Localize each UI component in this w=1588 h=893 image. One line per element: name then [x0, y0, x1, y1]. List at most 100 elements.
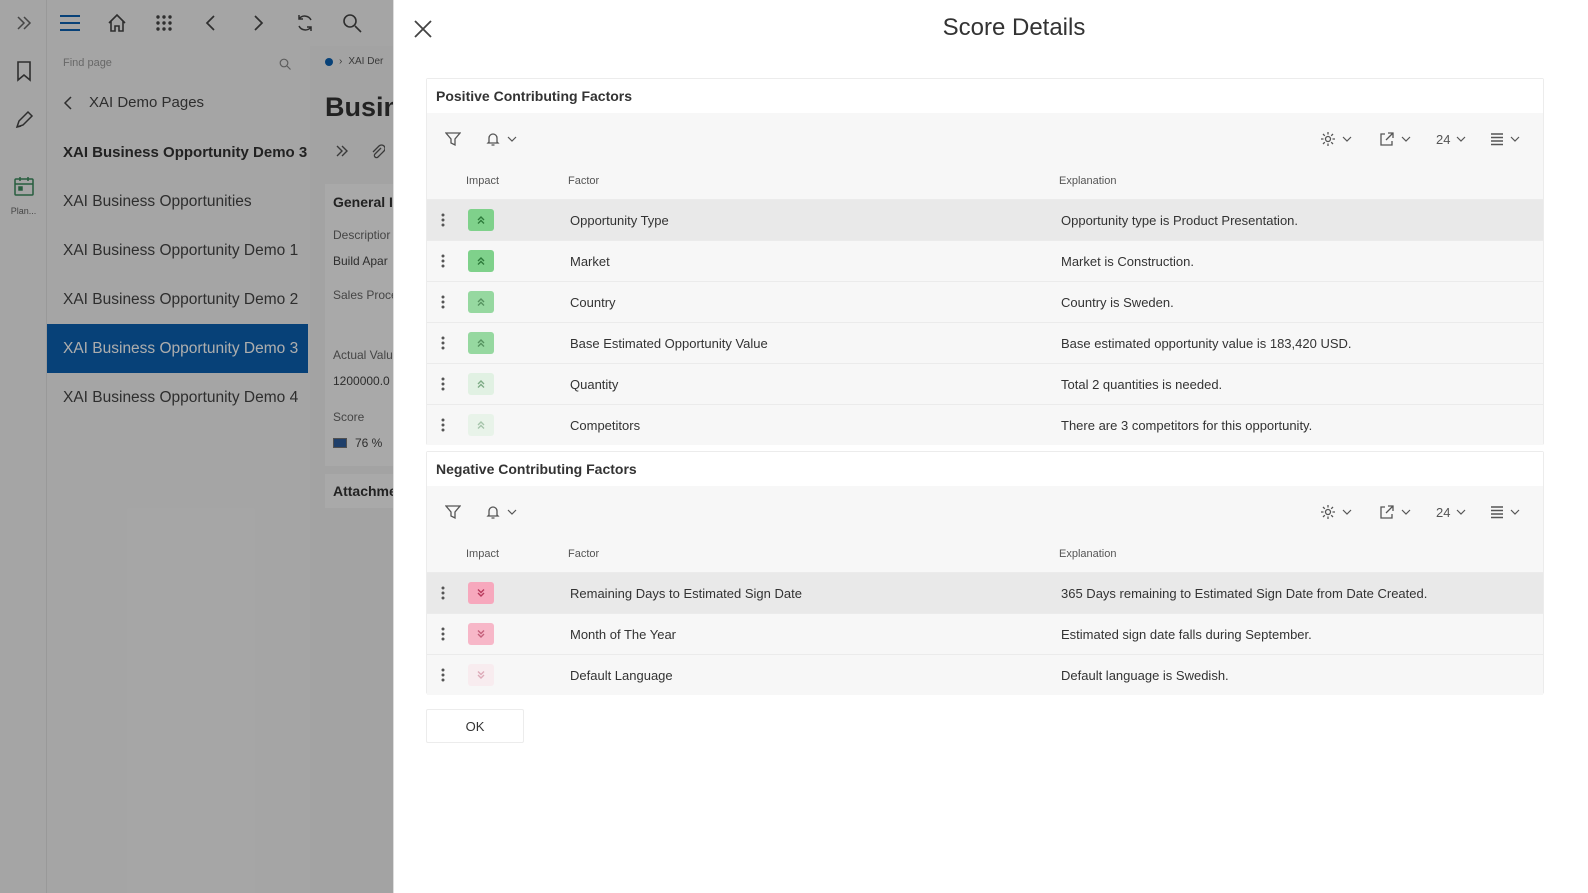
table-toolbar: 24: [427, 113, 1543, 165]
description-value: Build Apar: [333, 254, 388, 268]
calendar-icon[interactable]: [11, 173, 37, 199]
row-menu-kebab-icon[interactable]: [437, 211, 449, 229]
nav-back-label: XAI Demo Pages: [89, 94, 205, 111]
nav-item[interactable]: XAI Business Opportunity Demo 2: [47, 275, 308, 324]
menu-icon[interactable]: [57, 10, 83, 36]
double-chevron-icon[interactable]: [335, 144, 349, 165]
page-size-select[interactable]: 24: [1436, 127, 1466, 151]
table-layout-button[interactable]: [1490, 500, 1520, 524]
nav-back-button[interactable]: XAI Demo Pages: [63, 94, 204, 111]
explanation-cell: Total 2 quantities is needed.: [1061, 377, 1223, 392]
table-row[interactable]: Market Market is Construction.: [427, 240, 1543, 281]
factor-cell: Month of The Year: [570, 627, 677, 642]
filter-button[interactable]: [445, 127, 461, 151]
chevron-down-icon: [1401, 509, 1411, 515]
chevron-down-icon: [1342, 509, 1352, 515]
table-row[interactable]: Remaining Days to Estimated Sign Date 365…: [427, 572, 1543, 613]
page-size-value: 24: [1436, 504, 1451, 520]
breadcrumb-item[interactable]: XAI Der: [348, 56, 383, 67]
search-icon[interactable]: [339, 10, 365, 36]
table-row[interactable]: Base Estimated Opportunity Value Base est…: [427, 322, 1543, 363]
nav-item-active[interactable]: XAI Business Opportunity Demo 3: [47, 324, 308, 373]
table-toolbar: 24: [427, 486, 1543, 538]
row-menu-kebab-icon[interactable]: [437, 666, 449, 684]
table-row[interactable]: Competitors There are 3 competitors for t…: [427, 404, 1543, 445]
export-button[interactable]: [1379, 127, 1411, 151]
page-navigator: Find page XAI Demo Pages XAI Business Op…: [47, 46, 310, 893]
column-header-factor[interactable]: Factor: [568, 175, 599, 187]
impact-up-icon: [468, 332, 494, 354]
home-dot-icon[interactable]: [325, 57, 333, 66]
gear-icon: [1321, 132, 1335, 146]
row-menu-kebab-icon[interactable]: [437, 416, 449, 434]
row-menu-kebab-icon[interactable]: [437, 375, 449, 393]
filter-button[interactable]: [445, 500, 461, 524]
chevron-down-icon: [1401, 136, 1411, 142]
impact-up-icon: [468, 209, 494, 231]
plan-label: Plan...: [10, 206, 37, 216]
apps-grid-icon[interactable]: [151, 10, 177, 36]
chevron-down-icon: [507, 136, 517, 142]
notification-button[interactable]: [485, 500, 517, 524]
factor-cell: Default Language: [570, 668, 673, 683]
attachments-title: Attachme: [333, 483, 393, 499]
home-icon[interactable]: [104, 10, 130, 36]
row-menu-kebab-icon[interactable]: [437, 252, 449, 270]
page-size-select[interactable]: 24: [1436, 500, 1466, 524]
bookmark-icon[interactable]: [11, 58, 37, 84]
negative-factors-section: Negative Contributing Factors 24 Impact …: [426, 451, 1544, 695]
find-page-input[interactable]: Find page: [55, 52, 303, 74]
list-layout-icon: [1491, 506, 1503, 519]
table-row[interactable]: Default Language Default language is Swed…: [427, 654, 1543, 695]
score-label: Score: [333, 410, 365, 424]
column-header-factor[interactable]: Factor: [568, 548, 599, 560]
score-value[interactable]: 76 %: [333, 436, 382, 450]
impact-down-icon: [468, 623, 494, 645]
nav-item[interactable]: XAI Business Opportunities: [47, 177, 308, 226]
row-menu-kebab-icon[interactable]: [437, 584, 449, 602]
back-arrow-icon[interactable]: [198, 10, 224, 36]
row-menu-kebab-icon[interactable]: [437, 625, 449, 643]
chevron-down-icon: [1457, 136, 1466, 142]
column-header-impact[interactable]: Impact: [466, 175, 499, 187]
dialog-title: Score Details: [942, 14, 1086, 41]
factor-cell: Quantity: [570, 377, 619, 392]
forward-arrow-icon[interactable]: [245, 10, 271, 36]
settings-button[interactable]: [1320, 127, 1352, 151]
explanation-cell: Market is Construction.: [1061, 254, 1194, 269]
pencil-icon[interactable]: [11, 107, 37, 133]
bell-icon: [486, 133, 500, 146]
factor-cell: Country: [570, 295, 616, 310]
explanation-cell: Default language is Swedish.: [1061, 668, 1229, 683]
export-icon: [1380, 505, 1394, 519]
table-row[interactable]: Quantity Total 2 quantities is needed.: [427, 363, 1543, 404]
impact-up-icon: [468, 291, 494, 313]
table-row[interactable]: Opportunity Type Opportunity type is Prod…: [427, 199, 1543, 240]
factor-cell: Base Estimated Opportunity Value: [570, 336, 768, 351]
expand-double-chevron-icon[interactable]: [11, 10, 37, 36]
table-layout-button[interactable]: [1490, 127, 1520, 151]
paperclip-icon[interactable]: [371, 144, 386, 165]
table-row[interactable]: Country Country is Sweden.: [427, 281, 1543, 322]
row-menu-kebab-icon[interactable]: [437, 293, 449, 311]
score-percent: 76 %: [355, 436, 383, 450]
attachments-card: Attachme: [325, 474, 393, 508]
list-layout-icon: [1491, 133, 1503, 146]
table-row[interactable]: Month of The Year Estimated sign date fal…: [427, 613, 1543, 654]
settings-button[interactable]: [1320, 500, 1352, 524]
row-menu-kebab-icon[interactable]: [437, 334, 449, 352]
nav-item[interactable]: XAI Business Opportunity Demo 1: [47, 226, 308, 275]
nav-item[interactable]: XAI Business Opportunity Demo 4: [47, 373, 308, 422]
score-bar: [333, 438, 347, 448]
column-header-impact[interactable]: Impact: [466, 548, 499, 560]
column-header-explanation[interactable]: Explanation: [1059, 175, 1117, 187]
export-button[interactable]: [1379, 500, 1411, 524]
impact-up-icon: [468, 373, 494, 395]
impact-down-icon: [468, 582, 494, 604]
ok-button[interactable]: OK: [426, 709, 524, 743]
breadcrumb-chevron-icon: ›: [339, 56, 343, 67]
notification-button[interactable]: [485, 127, 517, 151]
impact-down-icon: [468, 664, 494, 686]
column-header-explanation[interactable]: Explanation: [1059, 548, 1117, 560]
refresh-icon[interactable]: [292, 10, 318, 36]
